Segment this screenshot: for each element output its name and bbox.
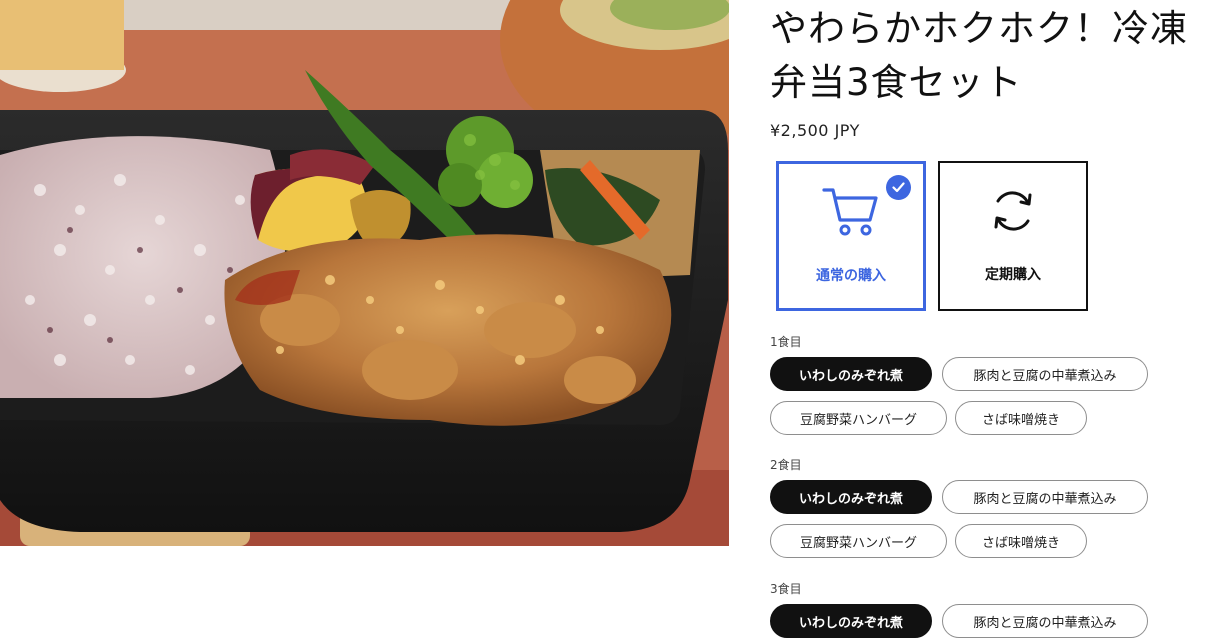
- refresh-icon: [990, 187, 1036, 239]
- meal-option-chip[interactable]: いわしのみぞれ煮: [770, 480, 932, 514]
- meal-option-chip[interactable]: さば味噌焼き: [955, 401, 1087, 435]
- purchase-type-label: 定期購入: [985, 267, 1041, 283]
- purchase-type-regular[interactable]: 通常の購入: [776, 161, 926, 311]
- purchase-type-subscription[interactable]: 定期購入: [938, 161, 1088, 311]
- cart-icon: [821, 184, 881, 244]
- product-image: [0, 0, 729, 546]
- meal-label: 2食目: [770, 458, 802, 472]
- meal-option-chip[interactable]: いわしのみぞれ煮: [770, 604, 932, 638]
- meal-option-chip[interactable]: 豆腐野菜ハンバーグ: [770, 401, 947, 435]
- product-title: やわらかホクホク！冷凍弁当3食セット: [770, 7, 1188, 104]
- meal-label: 3食目: [770, 582, 802, 596]
- checkmark-icon: [886, 175, 911, 200]
- meal-option-chip[interactable]: 豚肉と豆腐の中華煮込み: [942, 480, 1148, 514]
- meal-option-chip[interactable]: さば味噌焼き: [955, 524, 1087, 558]
- purchase-type-label: 通常の購入: [816, 268, 886, 284]
- meal-option-chip[interactable]: 豚肉と豆腐の中華煮込み: [942, 604, 1148, 638]
- meal-label: 1食目: [770, 335, 802, 349]
- meal-option-chip[interactable]: いわしのみぞれ煮: [770, 357, 932, 391]
- meal-option-chip[interactable]: 豆腐野菜ハンバーグ: [770, 524, 947, 558]
- meal-option-chip[interactable]: 豚肉と豆腐の中華煮込み: [942, 357, 1148, 391]
- product-price: ¥2,500 JPY: [770, 121, 860, 140]
